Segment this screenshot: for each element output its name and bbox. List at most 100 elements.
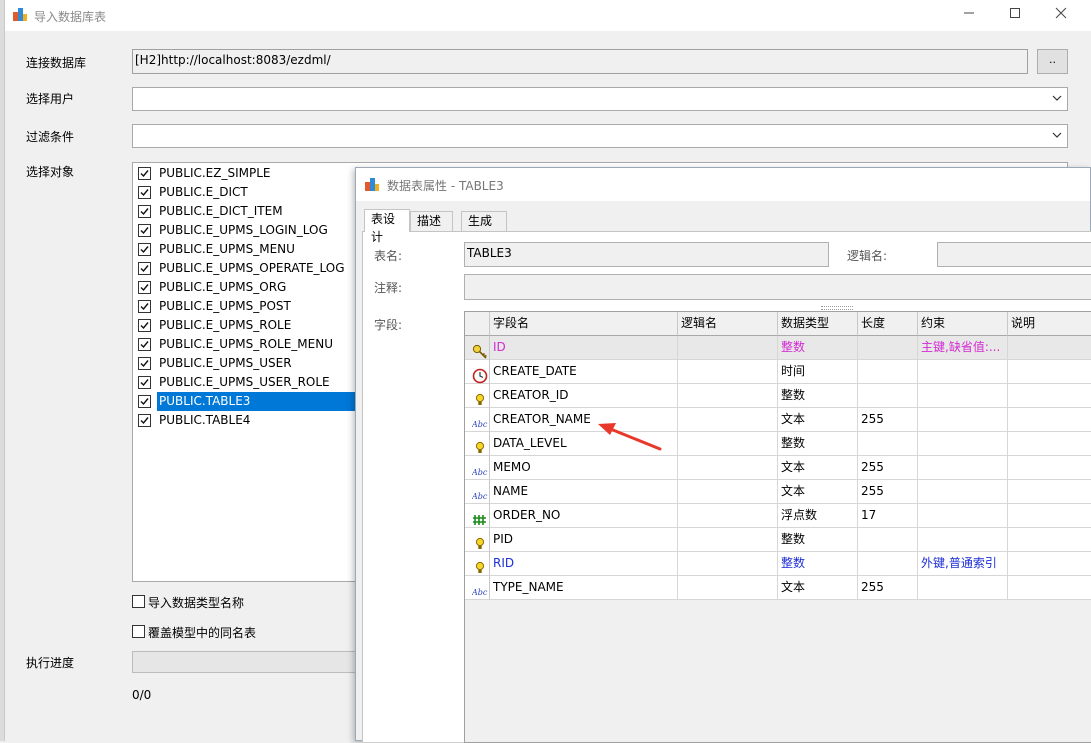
- object-checkbox[interactable]: [138, 205, 151, 218]
- col-data-type-cell[interactable]: 整数: [778, 528, 858, 552]
- col-description-cell[interactable]: [1008, 360, 1091, 384]
- minimize-button[interactable]: [946, 0, 992, 31]
- col-description-cell[interactable]: [1008, 504, 1091, 528]
- col-field-name-cell[interactable]: ORDER_NO: [490, 504, 678, 528]
- col-data-type-cell[interactable]: 文本: [778, 408, 858, 432]
- object-checkbox[interactable]: [138, 186, 151, 199]
- col-field-name-cell[interactable]: TYPE_NAME: [490, 576, 678, 600]
- col-description-cell[interactable]: [1008, 408, 1091, 432]
- col-constraint-cell[interactable]: [918, 576, 1008, 600]
- col-constraint-cell[interactable]: [918, 384, 1008, 408]
- col-description-cell[interactable]: [1008, 576, 1091, 600]
- col-field-name-cell[interactable]: MEMO: [490, 456, 678, 480]
- object-checkbox[interactable]: [138, 319, 151, 332]
- splitter-handle[interactable]: [821, 306, 853, 310]
- connect-db-field[interactable]: [H2]http://localhost:8083/ezdml/: [132, 49, 1028, 74]
- col-length-cell[interactable]: 255: [858, 480, 918, 504]
- col-logical-name-cell[interactable]: [678, 432, 778, 456]
- col-data-type-cell[interactable]: 时间: [778, 360, 858, 384]
- col-data-type-cell[interactable]: 整数: [778, 336, 858, 360]
- col-constraint-header[interactable]: 约束: [918, 312, 1008, 336]
- col-data-type-cell[interactable]: 文本: [778, 480, 858, 504]
- col-field-name-header[interactable]: 字段名: [490, 312, 678, 336]
- col-length-cell[interactable]: [858, 360, 918, 384]
- col-constraint-cell[interactable]: [918, 528, 1008, 552]
- col-logical-name-header[interactable]: 逻辑名: [678, 312, 778, 336]
- col-data-type-cell[interactable]: 整数: [778, 432, 858, 456]
- col-constraint-cell[interactable]: 主键,缺省值:...: [918, 336, 1008, 360]
- maximize-button[interactable]: [992, 0, 1038, 31]
- fields-grid[interactable]: 字段名 逻辑名 数据类型 长度 约束 说明 ID 整数 主键,缺省值:... CREATE_DAT…: [464, 311, 1091, 743]
- object-checkbox[interactable]: [138, 357, 151, 370]
- col-description-cell[interactable]: [1008, 480, 1091, 504]
- col-length-header[interactable]: 长度: [858, 312, 918, 336]
- col-field-name-cell[interactable]: ID: [490, 336, 678, 360]
- tab-generate[interactable]: 生成: [461, 211, 507, 231]
- col-logical-name-cell[interactable]: [678, 360, 778, 384]
- col-length-cell[interactable]: 17: [858, 504, 918, 528]
- col-description-cell[interactable]: [1008, 336, 1091, 360]
- col-field-name-cell[interactable]: RID: [490, 552, 678, 576]
- col-data-type-cell[interactable]: 文本: [778, 576, 858, 600]
- col-logical-name-cell[interactable]: [678, 528, 778, 552]
- object-checkbox[interactable]: [138, 395, 151, 408]
- select-user-combo[interactable]: [132, 87, 1068, 111]
- object-checkbox[interactable]: [138, 376, 151, 389]
- object-checkbox[interactable]: [138, 224, 151, 237]
- object-checkbox[interactable]: [138, 243, 151, 256]
- col-field-name-cell[interactable]: CREATOR_ID: [490, 384, 678, 408]
- col-constraint-cell[interactable]: [918, 504, 1008, 528]
- col-constraint-cell[interactable]: 外键,普通索引: [918, 552, 1008, 576]
- browse-connection-button[interactable]: ..: [1037, 49, 1068, 74]
- col-description-cell[interactable]: [1008, 552, 1091, 576]
- col-constraint-cell[interactable]: [918, 480, 1008, 504]
- object-checkbox[interactable]: [138, 167, 151, 180]
- col-field-name-cell[interactable]: NAME: [490, 480, 678, 504]
- col-description-cell[interactable]: [1008, 384, 1091, 408]
- col-description-cell[interactable]: [1008, 528, 1091, 552]
- col-data-type-cell[interactable]: 整数: [778, 552, 858, 576]
- import-type-names-checkbox[interactable]: [132, 595, 145, 608]
- col-length-cell[interactable]: [858, 384, 918, 408]
- col-length-cell[interactable]: 255: [858, 576, 918, 600]
- overwrite-same-name-checkbox[interactable]: [132, 625, 145, 638]
- col-length-cell[interactable]: [858, 528, 918, 552]
- col-length-cell[interactable]: [858, 432, 918, 456]
- col-logical-name-cell[interactable]: [678, 576, 778, 600]
- object-checkbox[interactable]: [138, 281, 151, 294]
- logical-name-field[interactable]: [937, 242, 1091, 267]
- object-checkbox[interactable]: [138, 262, 151, 275]
- col-length-cell[interactable]: 255: [858, 456, 918, 480]
- col-data-type-cell[interactable]: 浮点数: [778, 504, 858, 528]
- col-logical-name-cell[interactable]: [678, 408, 778, 432]
- object-checkbox[interactable]: [138, 300, 151, 313]
- col-constraint-cell[interactable]: [918, 408, 1008, 432]
- col-length-cell[interactable]: [858, 552, 918, 576]
- col-logical-name-cell[interactable]: [678, 456, 778, 480]
- tab-description[interactable]: 描述: [410, 211, 453, 231]
- object-checkbox[interactable]: [138, 338, 151, 351]
- close-button[interactable]: [1038, 0, 1084, 31]
- col-constraint-cell[interactable]: [918, 456, 1008, 480]
- col-data-type-cell[interactable]: 整数: [778, 384, 858, 408]
- tab-table-design[interactable]: 表设计: [364, 209, 410, 244]
- filter-combo[interactable]: [132, 124, 1068, 148]
- table-name-field[interactable]: TABLE3: [464, 242, 829, 267]
- col-logical-name-cell[interactable]: [678, 552, 778, 576]
- col-length-cell[interactable]: 255: [858, 408, 918, 432]
- col-logical-name-cell[interactable]: [678, 336, 778, 360]
- comment-field[interactable]: [464, 274, 1091, 300]
- col-field-name-cell[interactable]: CREATE_DATE: [490, 360, 678, 384]
- col-length-cell[interactable]: [858, 336, 918, 360]
- col-description-header[interactable]: 说明: [1008, 312, 1091, 336]
- col-description-cell[interactable]: [1008, 432, 1091, 456]
- col-field-name-cell[interactable]: PID: [490, 528, 678, 552]
- col-logical-name-cell[interactable]: [678, 480, 778, 504]
- col-description-cell[interactable]: [1008, 456, 1091, 480]
- col-logical-name-cell[interactable]: [678, 384, 778, 408]
- col-logical-name-cell[interactable]: [678, 504, 778, 528]
- col-constraint-cell[interactable]: [918, 432, 1008, 456]
- col-data-type-header[interactable]: 数据类型: [778, 312, 858, 336]
- object-checkbox[interactable]: [138, 414, 151, 427]
- col-constraint-cell[interactable]: [918, 360, 1008, 384]
